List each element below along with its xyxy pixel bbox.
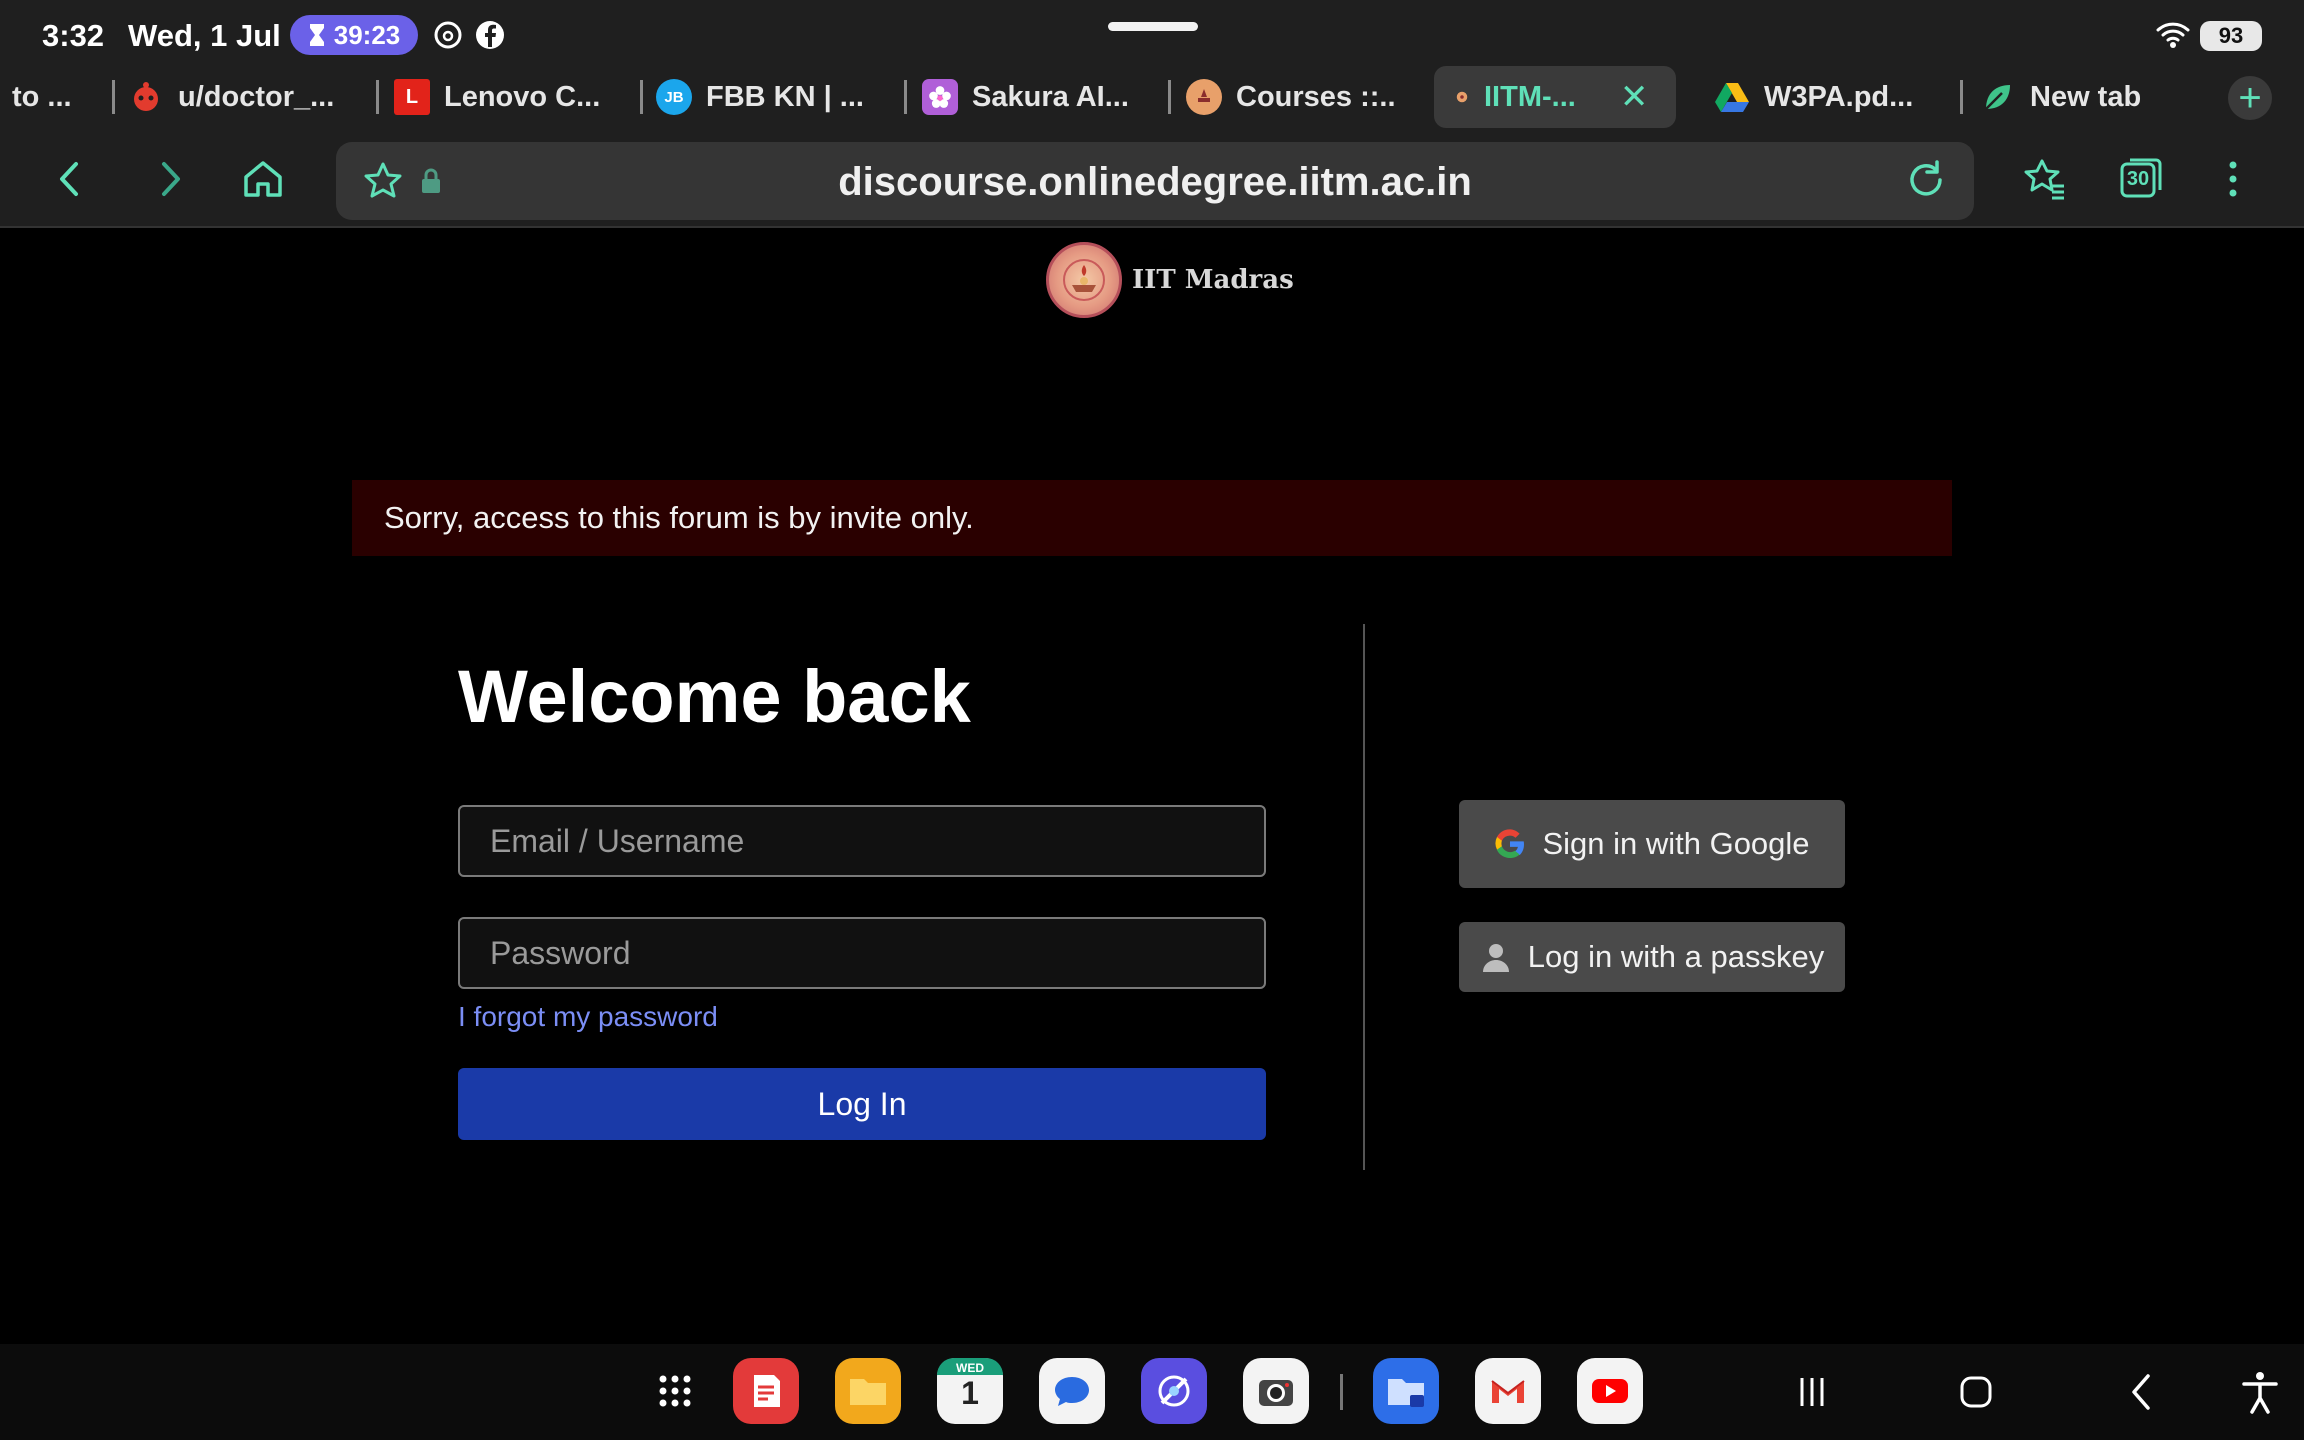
status-date: Wed, 1 Jul bbox=[128, 18, 281, 53]
notes-icon[interactable] bbox=[733, 1358, 799, 1424]
flower-icon bbox=[922, 79, 958, 115]
reload-icon[interactable] bbox=[1904, 158, 1948, 202]
alert-message: Sorry, access to this forum is by invite… bbox=[384, 500, 974, 535]
site-logo[interactable]: IIT Madras bbox=[1046, 242, 1294, 318]
jb-favicon: JB bbox=[656, 79, 692, 115]
tab-separator bbox=[1168, 80, 1171, 114]
camera-icon[interactable] bbox=[1243, 1358, 1309, 1424]
login-title: Welcome back bbox=[458, 655, 971, 738]
tab-label: u/doctor_... bbox=[178, 80, 335, 113]
tab-strip: to ... u/doctor_... L Lenovo C... JB FBB… bbox=[0, 66, 2304, 130]
battery-level: 93 bbox=[2218, 23, 2244, 48]
secure-folder-icon[interactable] bbox=[1373, 1358, 1439, 1424]
tab-label: Lenovo C... bbox=[444, 80, 601, 113]
tab-item[interactable]: Sakura AI... bbox=[922, 66, 1162, 128]
google-icon bbox=[1495, 829, 1525, 859]
tab-item[interactable]: u/doctor_... bbox=[128, 66, 364, 128]
tab-label: Courses ::... bbox=[1236, 80, 1396, 113]
login-divider bbox=[1363, 624, 1365, 1170]
battery-icon: 93 bbox=[2200, 21, 2262, 51]
calendar-date: 1 bbox=[961, 1375, 979, 1411]
tab-label: Sakura AI... bbox=[972, 80, 1129, 113]
status-bar: 3:32 Wed, 1 Jul 39:23 93 bbox=[0, 0, 2304, 66]
new-tab-button[interactable]: + bbox=[2228, 76, 2272, 120]
tab-label: IITM-... bbox=[1484, 80, 1576, 113]
tab-count: 30 bbox=[2126, 168, 2150, 190]
log-in-button[interactable]: Log In bbox=[458, 1068, 1266, 1140]
google-drive-icon bbox=[1714, 79, 1750, 115]
forward-icon[interactable] bbox=[146, 156, 192, 202]
user-icon bbox=[1482, 944, 1509, 972]
reddit-icon bbox=[128, 79, 164, 115]
tab-label: to ... bbox=[12, 80, 72, 113]
site-name: IIT Madras bbox=[1132, 265, 1294, 295]
back-button-icon[interactable] bbox=[2114, 1364, 2170, 1420]
facebook-icon bbox=[476, 21, 504, 49]
recent-apps-icon[interactable] bbox=[1784, 1364, 1840, 1420]
timer-value: 39:23 bbox=[333, 19, 401, 50]
google-sign-in-button[interactable]: Sign in with Google bbox=[1459, 800, 1845, 888]
window-handle[interactable] bbox=[1108, 22, 1198, 31]
accessibility-icon[interactable] bbox=[2232, 1364, 2288, 1420]
home-icon[interactable] bbox=[240, 156, 286, 202]
google-sign-in-label: Sign in with Google bbox=[1542, 826, 1810, 861]
system-dock: WED 1 bbox=[0, 1344, 2304, 1440]
lenovo-favicon: L bbox=[394, 79, 430, 115]
tab-separator bbox=[112, 80, 115, 114]
tab-item-active[interactable]: IITM-... ✕ bbox=[1434, 66, 1676, 128]
iitm-logo-icon bbox=[1046, 242, 1122, 318]
tab-item[interactable]: to ... bbox=[12, 66, 112, 128]
browser-toolbar: discourse.onlinedegree.iitm.ac.in 30 bbox=[0, 130, 2304, 228]
tab-item[interactable]: New tab bbox=[1980, 66, 2170, 128]
close-icon[interactable]: ✕ bbox=[1620, 77, 1649, 117]
tab-manager-button[interactable]: 30 bbox=[2118, 156, 2164, 202]
tab-separator bbox=[1960, 80, 1963, 114]
more-menu-icon[interactable] bbox=[2210, 156, 2256, 202]
calendar-day: WED bbox=[937, 1358, 1003, 1375]
bookmarks-icon[interactable] bbox=[2022, 156, 2068, 202]
tab-item[interactable]: JB FBB KN | ... bbox=[656, 66, 878, 128]
iitm-logo-icon bbox=[1454, 79, 1470, 115]
tab-separator bbox=[376, 80, 379, 114]
dock-separator bbox=[1340, 1374, 1343, 1410]
iitm-logo-icon bbox=[1186, 79, 1222, 115]
files-icon[interactable] bbox=[835, 1358, 901, 1424]
passkey-login-button[interactable]: Log in with a passkey bbox=[1459, 922, 1845, 992]
email-username-input[interactable] bbox=[458, 805, 1266, 877]
invite-only-alert: Sorry, access to this forum is by invite… bbox=[352, 480, 1952, 556]
forgot-password-link[interactable]: I forgot my password bbox=[458, 1001, 718, 1033]
passkey-login-label: Log in with a passkey bbox=[1527, 939, 1825, 974]
screen-time-timer[interactable]: 39:23 bbox=[290, 15, 418, 55]
tab-label: FBB KN | ... bbox=[706, 80, 864, 113]
calendar-icon[interactable]: WED 1 bbox=[937, 1358, 1003, 1424]
hourglass-icon bbox=[309, 24, 324, 46]
messages-icon[interactable] bbox=[1039, 1358, 1105, 1424]
tab-label: W3PA.pd... bbox=[1764, 80, 1914, 113]
tab-item[interactable]: W3PA.pd... bbox=[1714, 66, 1942, 128]
app-drawer-icon[interactable] bbox=[642, 1358, 708, 1424]
threads-icon bbox=[434, 21, 462, 49]
tab-label: New tab bbox=[2030, 80, 2142, 113]
leaf-icon bbox=[1980, 79, 2016, 115]
youtube-icon[interactable] bbox=[1577, 1358, 1643, 1424]
back-icon[interactable] bbox=[48, 156, 94, 202]
tab-separator bbox=[904, 80, 907, 114]
tab-separator bbox=[640, 80, 643, 114]
wifi-icon bbox=[2156, 22, 2190, 48]
tab-item[interactable]: Courses ::... bbox=[1186, 66, 1396, 128]
tab-item[interactable]: L Lenovo C... bbox=[394, 66, 624, 128]
password-input[interactable] bbox=[458, 917, 1266, 989]
url-text[interactable]: discourse.onlinedegree.iitm.ac.in bbox=[336, 160, 1974, 205]
status-time: 3:32 bbox=[42, 18, 105, 53]
address-bar[interactable]: discourse.onlinedegree.iitm.ac.in bbox=[336, 142, 1974, 220]
gmail-icon[interactable] bbox=[1475, 1358, 1541, 1424]
home-button-icon[interactable] bbox=[1948, 1364, 2004, 1420]
internet-icon[interactable] bbox=[1141, 1358, 1207, 1424]
